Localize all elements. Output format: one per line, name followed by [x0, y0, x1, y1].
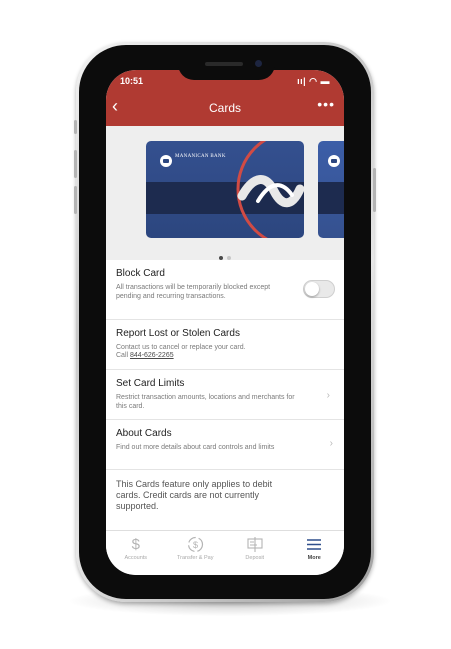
- tab-label: Transfer & Pay: [177, 555, 214, 561]
- nav-bar: ‹ Cards •••: [106, 88, 344, 126]
- front-camera: [255, 60, 262, 67]
- svg-text:$: $: [193, 540, 198, 550]
- report-lost-description: Contact us to cancel or replace your car…: [116, 344, 246, 351]
- volume-up-button: [74, 150, 77, 178]
- volume-down-button: [74, 186, 77, 214]
- dollar-icon: $: [131, 536, 140, 553]
- card-limits-row[interactable]: Set Card Limits Restrict transaction amo…: [106, 370, 344, 420]
- status-icons: ıı| ◠ ▬: [297, 76, 330, 86]
- power-button: [373, 168, 376, 212]
- chevron-right-icon[interactable]: ›: [327, 390, 330, 401]
- card-stripe: [318, 182, 344, 214]
- tab-transfer-pay[interactable]: $ Transfer & Pay: [166, 531, 226, 575]
- page-title: Cards: [208, 101, 241, 115]
- phone-screen: 10:51 ıı| ◠ ▬ ‹ Cards ••• MANANICAN BANK: [106, 70, 344, 575]
- block-card-toggle[interactable]: [303, 280, 335, 298]
- report-lost-row[interactable]: Report Lost or Stolen Cards Contact us t…: [106, 320, 344, 370]
- about-cards-title: About Cards: [116, 428, 172, 439]
- block-card-title: Block Card: [116, 268, 165, 279]
- next-card-preview[interactable]: [318, 141, 344, 238]
- tab-label: Accounts: [124, 555, 148, 561]
- tab-label: More: [307, 555, 321, 561]
- status-time: 10:51: [120, 76, 144, 86]
- call-label: Call: [116, 352, 129, 359]
- card-carousel[interactable]: MANANICAN BANK: [106, 126, 344, 260]
- toggle-knob: [305, 282, 319, 296]
- bank-logo-icon: [160, 155, 172, 167]
- report-lost-title: Report Lost or Stolen Cards: [116, 328, 240, 339]
- debit-card-image[interactable]: MANANICAN BANK: [146, 141, 304, 238]
- card-limits-title: Set Card Limits: [116, 378, 185, 389]
- transfer-icon: $: [166, 536, 226, 553]
- chevron-right-icon[interactable]: ›: [330, 438, 333, 449]
- phone-line: Call 844-626-2265: [116, 352, 334, 359]
- debit-only-note: This Cards feature only applies to debit…: [116, 479, 273, 511]
- tab-more[interactable]: More: [285, 531, 345, 575]
- tab-accounts[interactable]: $ Accounts: [106, 531, 166, 575]
- ellipsis-icon[interactable]: •••: [317, 97, 335, 111]
- silent-switch: [74, 120, 77, 134]
- about-cards-row[interactable]: About Cards Find out more details about …: [106, 420, 344, 470]
- block-card-row: Block Card All transactions will be temp…: [106, 260, 344, 320]
- about-cards-description: Find out more details about card control…: [116, 444, 275, 451]
- deposit-icon: [225, 536, 285, 553]
- menu-icon: [285, 536, 345, 553]
- card-bank-name: MANANICAN BANK: [175, 154, 226, 159]
- earpiece-speaker: [205, 62, 243, 66]
- bottom-tab-bar: $ Accounts $ Transfer & Pay Deposit More: [106, 530, 344, 575]
- block-card-description: All transactions will be temporarily blo…: [116, 284, 271, 300]
- tab-label: Deposit: [245, 555, 265, 561]
- card-limits-description: Restrict transaction amounts, locations …: [116, 394, 295, 410]
- bank-logo-icon: [328, 155, 340, 167]
- tab-deposit[interactable]: Deposit: [225, 531, 285, 575]
- card-settings-list: Block Card All transactions will be temp…: [106, 260, 344, 512]
- phone-link[interactable]: 844-626-2265: [130, 352, 174, 359]
